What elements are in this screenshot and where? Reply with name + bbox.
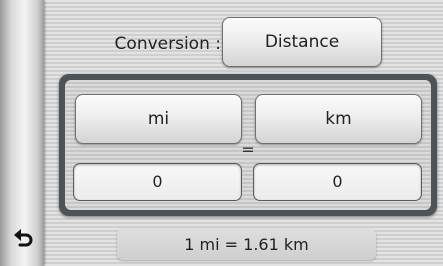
value-right-field[interactable]: 0	[253, 163, 422, 201]
conversion-result: 1 mi = 1.61 km	[117, 229, 376, 260]
conversion-label: Conversion :	[114, 34, 221, 54]
back-button[interactable]	[10, 223, 36, 249]
left-rail	[0, 0, 44, 266]
back-arrow-icon	[14, 229, 33, 247]
value-left-field[interactable]: 0	[73, 163, 242, 201]
unit-left-button[interactable]: mi	[75, 94, 242, 144]
conversion-panel-inner: mi km = 0 0	[65, 80, 431, 210]
conversion-panel: mi km = 0 0	[59, 74, 437, 216]
conversion-type-button[interactable]: Distance	[222, 17, 382, 67]
unit-right-button[interactable]: km	[255, 94, 422, 144]
equals-sign: =	[241, 140, 255, 159]
